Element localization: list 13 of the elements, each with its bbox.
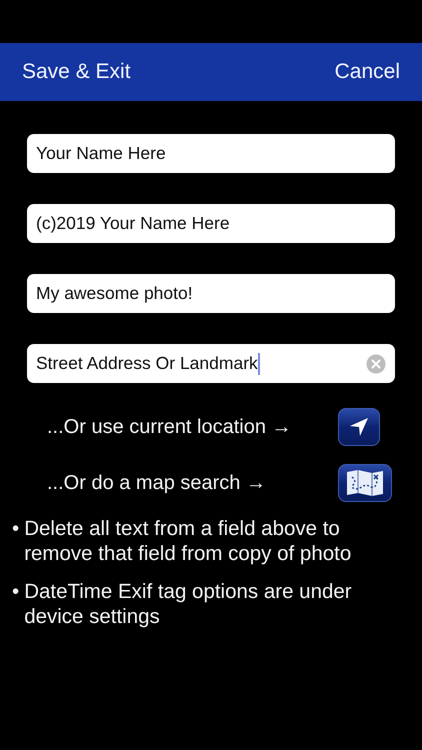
map-icon[interactable] bbox=[338, 464, 392, 502]
text-field[interactable]: Your Name Here bbox=[27, 134, 395, 173]
option-label: ...Or use current location → bbox=[47, 416, 292, 438]
cancel-button[interactable]: Cancel bbox=[334, 60, 400, 84]
text-field[interactable]: Street Address Or Landmark bbox=[27, 344, 395, 383]
bullet: • bbox=[12, 579, 20, 605]
option-label: ...Or do a map search → bbox=[47, 472, 266, 494]
note-text: DateTime Exif tag options are under device settings bbox=[24, 579, 353, 629]
bullet: • bbox=[12, 516, 20, 542]
note-text: Delete all text from a field above to remove that field from copy of photo bbox=[24, 516, 352, 566]
save-exit-button[interactable]: Save & Exit bbox=[22, 60, 131, 84]
text-field[interactable]: (c)2019 Your Name Here bbox=[27, 204, 395, 243]
text-field[interactable]: My awesome photo! bbox=[27, 274, 395, 313]
